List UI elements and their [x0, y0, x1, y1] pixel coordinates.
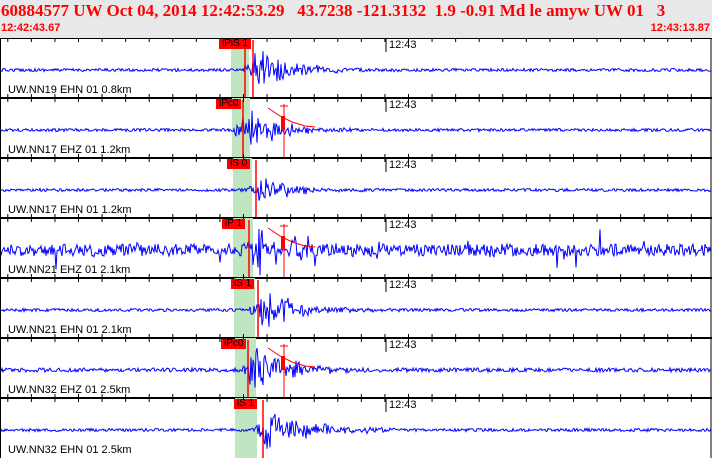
- minute-label: 12:43: [389, 99, 417, 111]
- trace-label: UW.NN17 EHN 01 1.2km: [8, 204, 132, 216]
- minute-label: 12:43: [389, 279, 417, 291]
- minute-label: 12:43: [389, 399, 417, 411]
- waveform-trace: [0, 293, 711, 327]
- waveform-trace: [0, 110, 712, 145]
- minute-label: 12:43: [389, 339, 417, 351]
- phase-pick-label[interactable]: iPiS 1: [219, 39, 252, 49]
- event-header: 60884577 UW Oct 04, 2014 12:42:53.29 43.…: [0, 0, 712, 38]
- minute-label: 12:43: [389, 159, 417, 171]
- trace-label: UW.NN19 EHN 01 0.8km: [8, 84, 132, 96]
- trace-label: UW.NN17 EHZ 01 1.2km: [8, 144, 131, 156]
- end-time: 12:43:13.87: [650, 22, 710, 34]
- phase-pick-label[interactable]: iS 1: [231, 279, 255, 289]
- event-title: 60884577 UW Oct 04, 2014 12:42:53.29 43.…: [1, 1, 666, 20]
- phase-pick-label[interactable]: iS 0: [227, 159, 251, 169]
- trace-label: UW.NN32 EHZ 01 2.5km: [8, 384, 131, 396]
- phase-pick-label[interactable]: iS 1: [234, 399, 258, 409]
- phase-pick-label[interactable]: iPc0: [221, 339, 247, 349]
- waveform-trace: [0, 347, 712, 388]
- trace-label: UW.NN32 EHN 01 2.5km: [8, 444, 132, 456]
- trace-label: UW.NN21 EHN 01 2.1km: [8, 324, 132, 336]
- start-time: 12:42:43.67: [1, 22, 61, 34]
- trace-label: UW.NN21 EHZ 01 2.1km: [8, 264, 131, 276]
- minute-label: 12:43: [389, 39, 417, 51]
- phase-pick-label[interactable]: iPc0: [216, 99, 242, 109]
- minute-label: 12:43: [389, 219, 417, 231]
- waveform-trace: [0, 178, 712, 201]
- phase-pick-label[interactable]: iP 1: [222, 219, 246, 229]
- waveform-trace: [0, 51, 712, 85]
